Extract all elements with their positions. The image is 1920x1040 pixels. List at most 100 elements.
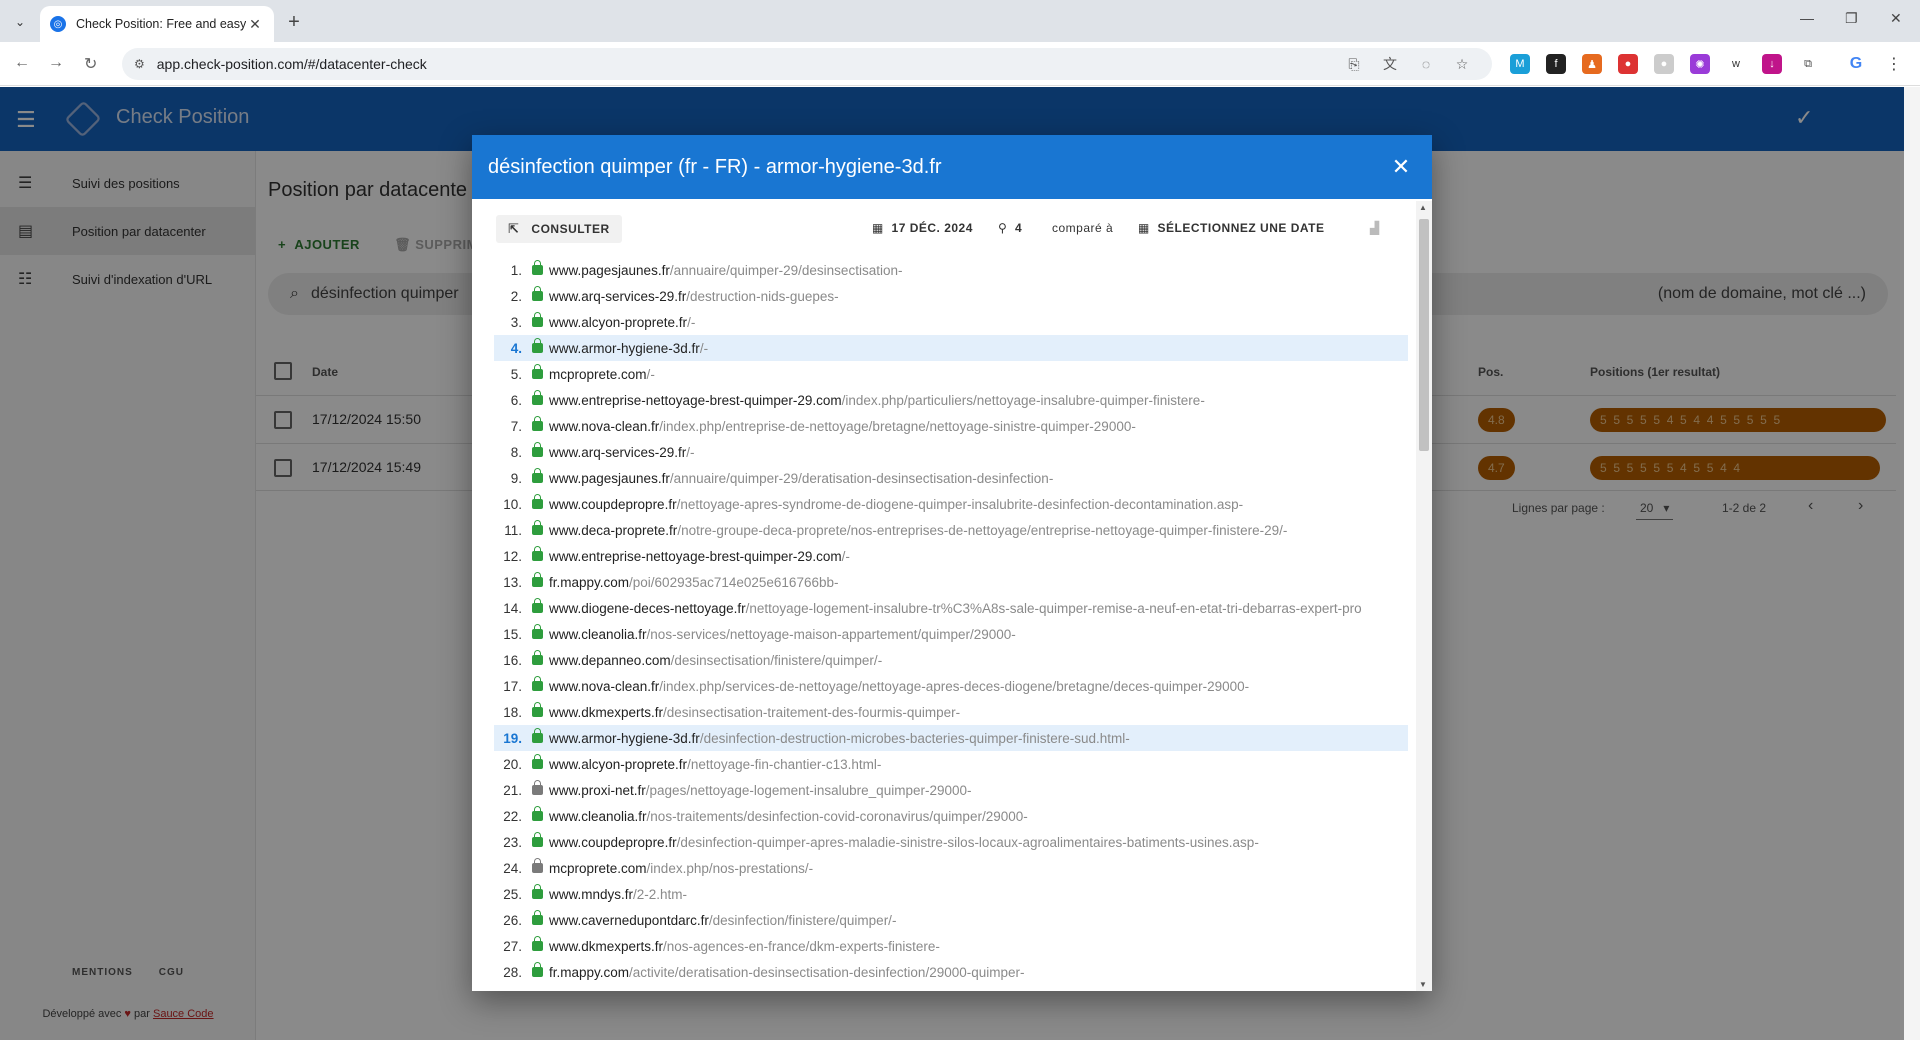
result-item[interactable]: 5. mcproprete.com / -	[494, 361, 1408, 387]
site-info-icon[interactable]: ⚙	[134, 57, 145, 71]
result-item[interactable]: 26. www.cavernedupontdarc.fr/desinfection…	[494, 907, 1408, 933]
result-path[interactable]: /nos-agences-en-france/dkm-experts-finis…	[663, 939, 935, 954]
result-item[interactable]: 10. www.coupdepropre.fr/nettoyage-apres-s…	[494, 491, 1408, 517]
result-item[interactable]: 9. www.pagesjaunes.fr/annuaire/quimper-29…	[494, 465, 1408, 491]
extensions-puzzle-icon[interactable]: ⧉	[1798, 54, 1818, 74]
result-path[interactable]: /nettoyage-apres-syndrome-de-diogene-qui…	[677, 497, 1239, 512]
result-item[interactable]: 15. www.cleanolia.fr/nos-services/nettoya…	[494, 621, 1408, 647]
result-domain[interactable]: www.pagesjaunes.fr	[549, 471, 670, 486]
result-domain[interactable]: www.entreprise-nettoyage-brest-quimper-2…	[549, 549, 842, 564]
result-path[interactable]: /nos-services/nettoyage-maison-apparteme…	[647, 627, 1012, 642]
result-domain[interactable]: www.dkmexperts.fr	[549, 939, 663, 954]
result-item[interactable]: 2. www.arq-services-29.fr/destruction-nid…	[494, 283, 1408, 309]
result-item[interactable]: 20. www.alcyon-proprete.fr/nettoyage-fin-…	[494, 751, 1408, 777]
result-domain[interactable]: www.cleanolia.fr	[549, 627, 647, 642]
result-item[interactable]: 24. mcproprete.com/index.php/nos-prestati…	[494, 855, 1408, 881]
result-domain[interactable]: www.deca-proprete.fr	[549, 523, 677, 538]
result-path[interactable]: /index.php/particuliers/nettoyage-insalu…	[842, 393, 1201, 408]
scroll-up-icon[interactable]: ▲	[1419, 203, 1427, 212]
extension-download-icon[interactable]: ↓	[1762, 54, 1782, 74]
result-path[interactable]: /2-2.htm	[633, 887, 683, 902]
result-path[interactable]: /desinfection/finistere/quimper/	[709, 913, 892, 928]
scroll-down-icon[interactable]: ▼	[1419, 980, 1427, 989]
result-domain[interactable]: fr.mappy.com	[549, 965, 629, 980]
result-item[interactable]: 16. www.depanneo.com/desinsectisation/fin…	[494, 647, 1408, 673]
result-domain[interactable]: www.dkmexperts.fr	[549, 705, 663, 720]
result-path[interactable]: /index.php/entreprise-de-nettoyage/breta…	[659, 419, 1131, 434]
tab-search-button[interactable]: ⌄	[8, 10, 32, 34]
result-domain[interactable]: www.armor-hygiene-3d.fr	[549, 341, 700, 356]
result-domain[interactable]: www.cleanolia.fr	[549, 809, 647, 824]
result-item[interactable]: 6. www.entreprise-nettoyage-brest-quimper…	[494, 387, 1408, 413]
result-path[interactable]: /nettoyage-fin-chantier-c13.html	[687, 757, 877, 772]
result-domain[interactable]: www.mndys.fr	[549, 887, 633, 902]
extension-grey-icon[interactable]: ●	[1654, 54, 1674, 74]
result-domain[interactable]: www.arq-services-29.fr	[549, 289, 686, 304]
google-account-icon[interactable]: G	[1846, 54, 1866, 74]
result-item[interactable]: 28. fr.mappy.com/activite/deratisation-de…	[494, 959, 1408, 985]
result-item[interactable]: 23. www.coupdepropre.fr/desinfection-quim…	[494, 829, 1408, 855]
result-item[interactable]: 19. www.armor-hygiene-3d.fr/desinfection-…	[494, 725, 1408, 751]
dialog-scrollbar[interactable]: ▲ ▼	[1416, 201, 1432, 991]
result-path[interactable]: /desinsectisation-traitement-des-fourmis…	[663, 705, 956, 720]
window-close-icon[interactable]: ✕	[1890, 10, 1902, 27]
result-item[interactable]: 17. www.nova-clean.fr/index.php/services-…	[494, 673, 1408, 699]
extension-red-icon[interactable]: ●	[1618, 54, 1638, 74]
result-domain[interactable]: www.pagesjaunes.fr	[549, 263, 670, 278]
result-path[interactable]: /annuaire/quimper-29/desinsectisation	[670, 263, 898, 278]
result-item[interactable]: 25. www.mndys.fr/2-2.htm -	[494, 881, 1408, 907]
result-domain[interactable]: www.nova-clean.fr	[549, 679, 659, 694]
result-path[interactable]: /desinfection-destruction-microbes-bacte…	[700, 731, 1125, 746]
result-item[interactable]: 11. www.deca-proprete.fr/notre-groupe-dec…	[494, 517, 1408, 543]
result-path[interactable]: /index.php/nos-prestations/	[647, 861, 809, 876]
result-item[interactable]: 4. www.armor-hygiene-3d.fr / -	[494, 335, 1408, 361]
result-item[interactable]: 3. www.alcyon-proprete.fr / -	[494, 309, 1408, 335]
result-item[interactable]: 1. www.pagesjaunes.fr/annuaire/quimper-29…	[494, 257, 1408, 283]
result-domain[interactable]: fr.mappy.com	[549, 575, 629, 590]
result-item[interactable]: 27. www.dkmexperts.fr/nos-agences-en-fran…	[494, 933, 1408, 959]
result-domain[interactable]: www.diogene-deces-nettoyage.fr	[549, 601, 746, 616]
result-domain[interactable]: mcproprete.com	[549, 861, 647, 876]
result-domain[interactable]: www.arq-services-29.fr	[549, 445, 686, 460]
tab-close-icon[interactable]: ✕	[246, 16, 264, 33]
result-item[interactable]: 18. www.dkmexperts.fr/desinsectisation-tr…	[494, 699, 1408, 725]
result-item[interactable]: 22. www.cleanolia.fr/nos-traitements/desi…	[494, 803, 1408, 829]
result-domain[interactable]: www.alcyon-proprete.fr	[549, 315, 687, 330]
scroll-thumb[interactable]	[1419, 219, 1429, 451]
new-tab-button[interactable]: +	[282, 10, 306, 34]
result-path[interactable]: /notre-groupe-deca-proprete/nos-entrepri…	[677, 523, 1283, 538]
minimize-icon[interactable]: —	[1800, 10, 1814, 26]
restore-icon[interactable]: ❐	[1845, 10, 1858, 27]
eye-off-icon[interactable]: ◌	[1408, 48, 1444, 80]
back-icon[interactable]: ←	[14, 54, 30, 72]
result-domain[interactable]: www.proxi-net.fr	[549, 783, 646, 798]
result-path[interactable]: /nettoyage-logement-insalubre-tr%C3%A8s-…	[746, 601, 1362, 616]
result-path[interactable]: /annuaire/quimper-29/deratisation-desins…	[670, 471, 1049, 486]
bookmark-star-icon[interactable]: ☆	[1444, 48, 1480, 80]
translate-icon[interactable]: 文	[1372, 48, 1408, 80]
result-item[interactable]: 12. www.entreprise-nettoyage-brest-quimpe…	[494, 543, 1408, 569]
result-domain[interactable]: mcproprete.com	[549, 367, 647, 382]
result-path[interactable]: /activite/deratisation-desinsectisation-…	[629, 965, 1020, 980]
extension-orange-icon[interactable]: ♟	[1582, 54, 1602, 74]
result-domain[interactable]: www.depanneo.com	[549, 653, 671, 668]
result-item[interactable]: 8. www.arq-services-29.fr / -	[494, 439, 1408, 465]
result-path[interactable]: /index.php/services-de-nettoyage/nettoya…	[659, 679, 1244, 694]
result-domain[interactable]: www.cavernedupontdarc.fr	[549, 913, 709, 928]
extension-m-icon[interactable]: M	[1510, 54, 1530, 74]
result-item[interactable]: 21. www.proxi-net.fr/pages/nettoyage-loge…	[494, 777, 1408, 803]
browser-menu-icon[interactable]: ⋮	[1884, 54, 1904, 74]
forward-icon[interactable]: →	[48, 54, 64, 72]
consult-button[interactable]: ⇱ CONSULTER	[496, 215, 622, 243]
browser-tab[interactable]: ◎ Check Position: Free and easy C ✕	[40, 6, 274, 42]
install-app-icon[interactable]: ⎘	[1336, 48, 1372, 80]
result-item[interactable]: 7. www.nova-clean.fr/index.php/entreprise…	[494, 413, 1408, 439]
reload-icon[interactable]: ↻	[84, 54, 97, 74]
result-path[interactable]: /poi/602935ac714e025e616766bb	[629, 575, 834, 590]
result-domain[interactable]: www.armor-hygiene-3d.fr	[549, 731, 700, 746]
result-domain[interactable]: www.nova-clean.fr	[549, 419, 659, 434]
extension-wappalyzer-icon[interactable]: w	[1726, 54, 1746, 74]
address-bar[interactable]: ⚙ app.check-position.com/#/datacenter-ch…	[122, 48, 1492, 80]
result-path[interactable]: /nos-traitements/desinfection-covid-coro…	[647, 809, 1024, 824]
date-picker[interactable]: ▦ 17 DÉC. 2024	[872, 221, 973, 235]
